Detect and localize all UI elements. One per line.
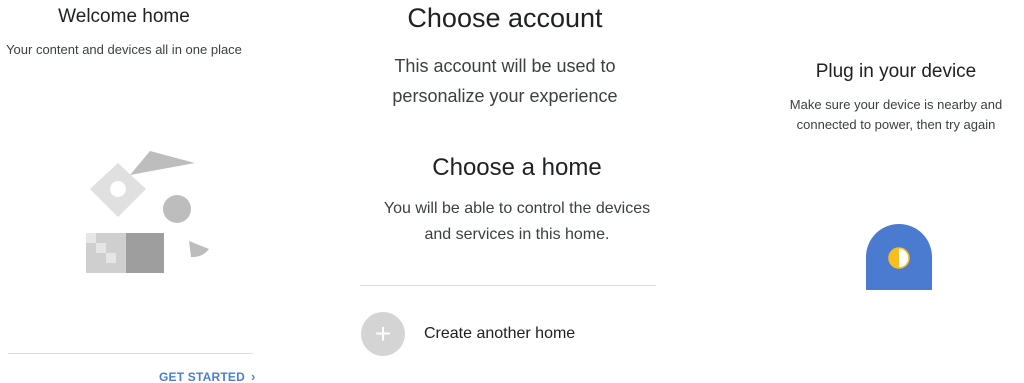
welcome-title: Welcome home bbox=[58, 6, 190, 27]
stair-step-2 bbox=[96, 243, 106, 253]
plug-device-illustration bbox=[866, 224, 932, 290]
welcome-divider bbox=[8, 353, 253, 354]
stair-step-3 bbox=[106, 253, 116, 263]
welcome-subtitle: Your content and devices all in one plac… bbox=[6, 42, 242, 57]
choose-account-subtitle: This account will be used to personalize… bbox=[392, 56, 618, 106]
triangle-shape bbox=[130, 151, 195, 175]
create-another-home-label: Create another home bbox=[424, 325, 576, 342]
choose-account-title: Choose account bbox=[407, 3, 603, 33]
home-divider bbox=[360, 285, 656, 286]
wedge-shape bbox=[189, 241, 209, 258]
circle-shape bbox=[163, 195, 191, 223]
home-shapes-illustration bbox=[86, 151, 209, 273]
get-started-button[interactable]: GET STARTED › bbox=[159, 369, 256, 383]
diamond-hole bbox=[110, 181, 126, 197]
create-another-home-button[interactable]: + Create another home bbox=[361, 312, 575, 356]
plus-icon: + bbox=[361, 312, 405, 356]
get-started-label: GET STARTED bbox=[159, 370, 245, 383]
chevron-right-icon: › bbox=[250, 369, 256, 383]
setup-screens: Welcome home Your content and devices al… bbox=[0, 0, 1024, 383]
stair-step-1 bbox=[86, 233, 96, 243]
choose-home-subtitle: You will be able to control the devices … bbox=[383, 200, 651, 243]
block-dark bbox=[126, 233, 164, 273]
choose-home-title: Choose a home bbox=[432, 154, 602, 181]
plug-in-title: Plug in your device bbox=[815, 61, 977, 82]
plug-in-subtitle: Make sure your device is nearby and conn… bbox=[789, 97, 1003, 132]
